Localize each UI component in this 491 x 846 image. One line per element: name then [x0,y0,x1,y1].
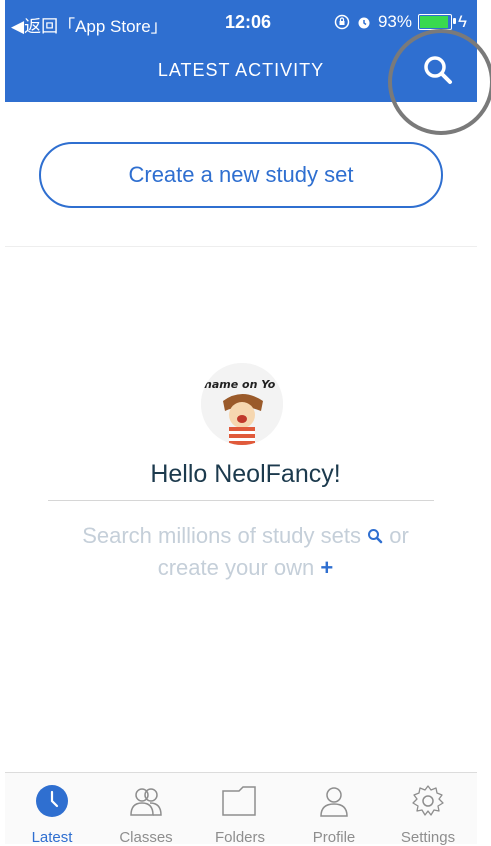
tab-bar: Latest Classes Folders Profile Settings [5,772,477,846]
tab-label: Classes [119,829,173,846]
status-time: 12:06 [225,12,272,32]
plus-icon[interactable]: + [320,555,333,580]
empty-state-hint: Search millions of study sets or create … [0,520,491,584]
hint-or: or [389,523,409,548]
tab-folders[interactable]: Folders [193,773,287,846]
divider [5,246,477,247]
status-bar: ◀返回「App Store」 12:06 93% ϟ [5,6,477,36]
avatar-caption: hame on Yo [204,378,276,391]
alarm-icon [358,17,370,29]
highlight-circle [388,29,491,135]
clock-icon [36,785,68,817]
avatar[interactable]: hame on Yo [201,363,283,445]
rotation-lock-icon [334,14,350,30]
search-icon[interactable] [367,528,383,544]
tab-profile[interactable]: Profile [287,773,381,846]
greeting-underline [48,500,434,501]
battery-icon [418,14,456,30]
back-to-app-store[interactable]: ◀返回「App Store」 [11,12,168,37]
tab-label: Settings [400,829,456,846]
profile-icon [320,787,348,817]
tab-label: Folders [214,829,266,846]
tab-label: Latest [31,829,73,846]
hint-create-text: create your own [157,555,315,580]
create-study-set-button[interactable]: Create a new study set [39,142,443,208]
battery-percent: 93% [377,12,412,31]
classes-icon [130,788,162,816]
gear-icon [412,785,444,816]
charging-icon: ϟ [458,12,467,31]
hint-search-text: Search millions of study sets [82,523,361,548]
tab-classes[interactable]: Classes [99,773,193,846]
tab-settings[interactable]: Settings [381,773,475,846]
greeting: Hello NeolFancy! [150,460,341,488]
avatar-image: hame on Yo [201,363,283,445]
folder-icon [222,786,256,816]
tab-label: Profile [312,829,356,846]
tab-latest[interactable]: Latest [5,773,99,846]
